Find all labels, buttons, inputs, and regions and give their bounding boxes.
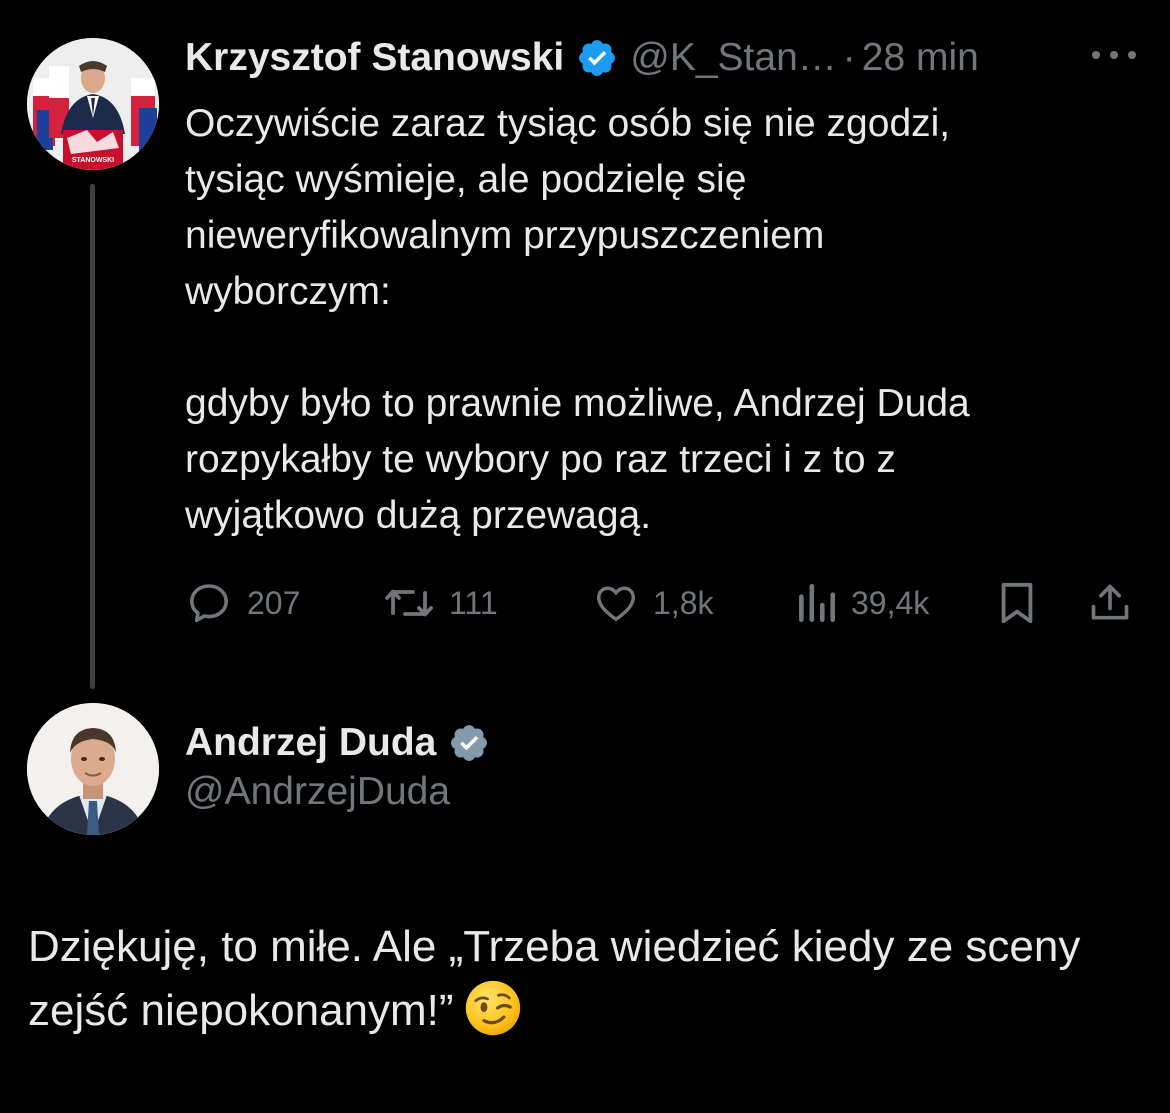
reply-tweet-text: Dziękuję, to miłe. Ale „Trzeba wiedzieć … [28, 915, 1148, 1043]
reply-tweet-header: Andrzej Duda [185, 717, 490, 769]
bookmark-icon [1001, 582, 1033, 624]
avatar-photo-icon [27, 703, 159, 835]
repost-icon [385, 589, 433, 617]
verified-badge-icon [576, 37, 618, 79]
avatar-krzysztof-stanowski[interactable]: STANOWSKI [27, 38, 159, 170]
tweet-action-bar: 207 111 1,8k 39,4k [185, 575, 1140, 631]
tweet-timestamp[interactable]: 28 min [862, 36, 979, 80]
parent-tweet-header: Krzysztof Stanowski @K_Stan… · 28 min [185, 30, 979, 86]
avatar-photo-icon: STANOWSKI [27, 38, 159, 170]
lectern-lettering: STANOWSKI [72, 157, 114, 164]
share-button[interactable] [1088, 575, 1132, 631]
repost-count: 111 [449, 584, 498, 621]
author-handle[interactable]: @K_Stan… [630, 36, 837, 80]
share-icon [1091, 584, 1129, 620]
reply-icon [190, 584, 228, 623]
author-name[interactable]: Andrzej Duda [185, 721, 436, 765]
author-handle[interactable]: @AndrzejDuda [185, 770, 450, 814]
views-chart-icon [799, 583, 836, 623]
thread-connector-line [90, 184, 95, 689]
parent-tweet-text: Oczywiście zaraz tysiąc osób się nie zgo… [185, 102, 970, 537]
reply-count: 207 [247, 584, 301, 621]
heart-icon [597, 586, 635, 622]
views-button[interactable]: 39,4k [795, 575, 929, 631]
winking-face-emoji-icon [464, 979, 522, 1037]
reply-button[interactable]: 207 [185, 575, 300, 631]
author-name[interactable]: Krzysztof Stanowski [185, 36, 564, 80]
avatar-andrzej-duda[interactable] [27, 703, 159, 835]
like-count: 1,8k [653, 584, 714, 621]
verified-badge-icon [448, 722, 490, 764]
like-button[interactable]: 1,8k [593, 575, 713, 631]
view-count: 39,4k [851, 584, 930, 621]
repost-button[interactable]: 111 [383, 575, 498, 631]
reply-text-content: Dziękuję, to miłe. Ale „Trzeba wiedzieć … [28, 922, 1081, 1035]
more-options-icon[interactable] [1092, 40, 1136, 70]
bookmark-button[interactable] [997, 575, 1037, 631]
separator-dot: · [842, 36, 856, 79]
